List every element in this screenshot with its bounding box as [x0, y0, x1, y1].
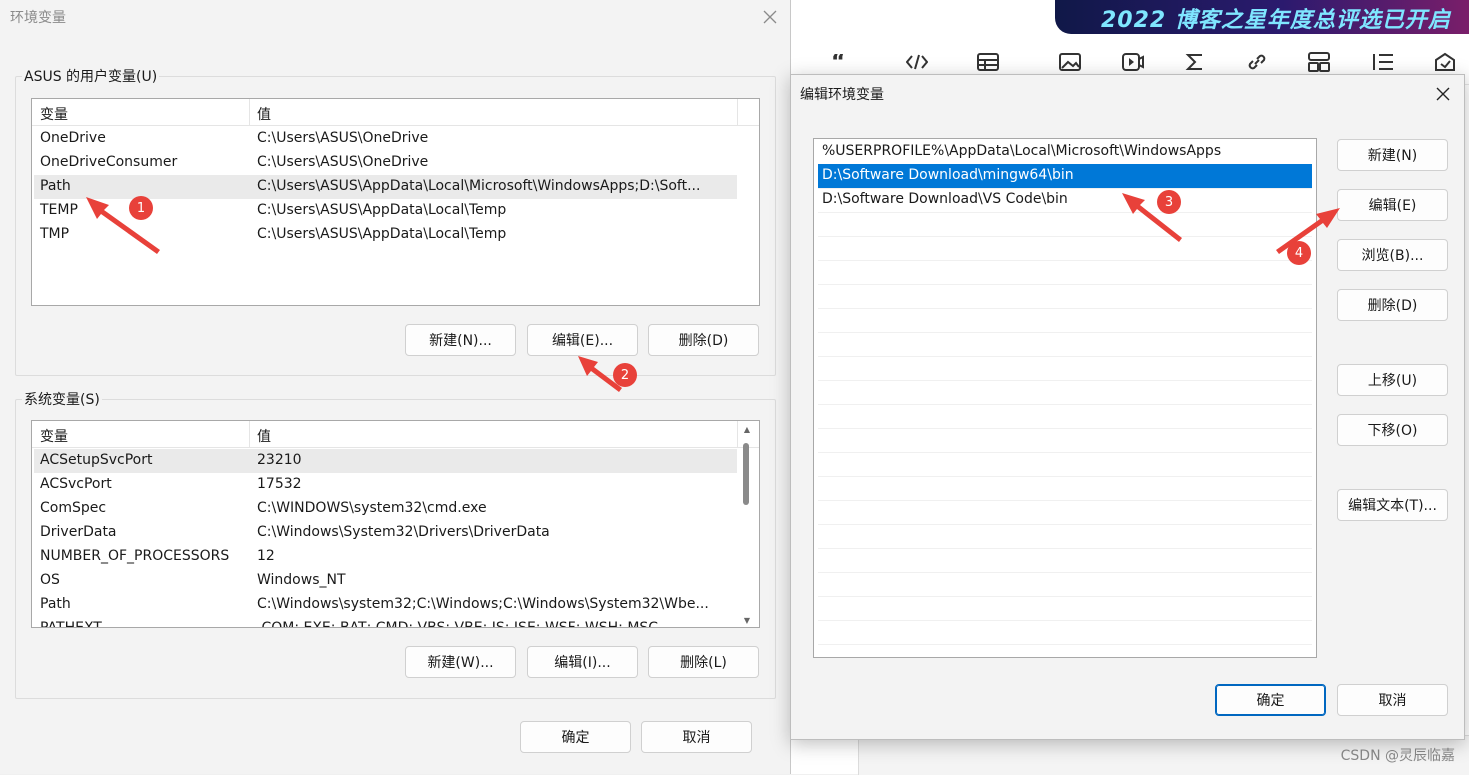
- annotation-overlay: [86, 193, 1340, 392]
- annotation-badge-4: 4: [1287, 241, 1311, 265]
- annotation-badge-2: 2: [613, 363, 637, 387]
- annotation-badge-3: 3: [1157, 190, 1181, 214]
- annotation-badge-1: 1: [129, 196, 153, 220]
- annotation-arrows: [86, 193, 1340, 392]
